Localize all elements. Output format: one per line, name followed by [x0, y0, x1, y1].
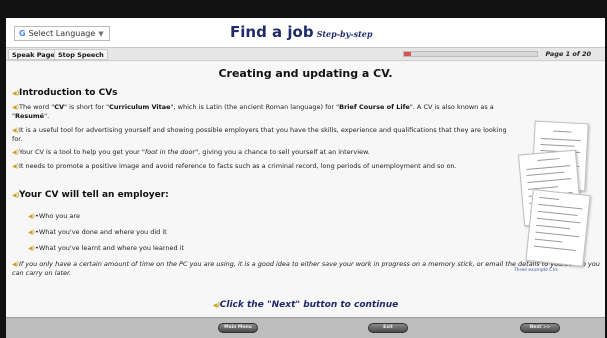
google-logo-icon: G — [19, 29, 26, 38]
list-item-text: •Who you are — [35, 212, 80, 220]
employer-heading: Your CV will tell an employer: — [19, 190, 169, 200]
content-heading: Creating and updating a CV. — [218, 67, 393, 80]
list-item: ◀)•Who you are — [28, 212, 528, 221]
header-bar: G Select Language ▼ Find a job Step-by-step — [6, 18, 605, 48]
stop-speech-button[interactable]: Stop Speech — [54, 49, 108, 60]
exit-button[interactable]: Exit — [368, 323, 408, 333]
progress-fill — [404, 52, 411, 56]
speaker-icon[interactable]: ◀) — [28, 244, 35, 253]
speaker-icon[interactable]: ◀) — [12, 88, 19, 99]
speak-page-button[interactable]: Speak Page — [8, 49, 59, 60]
page-indicator: Page 1 of 20 — [545, 50, 591, 58]
text-italic: foot in the door — [144, 148, 196, 156]
text: The word " — [19, 103, 55, 111]
progress-bar — [403, 51, 538, 57]
next-instruction: ◀)Click the "Next" button to continue — [6, 300, 605, 310]
next-button[interactable]: Next >> — [520, 323, 560, 333]
speaker-icon[interactable]: ◀) — [12, 162, 19, 171]
dropdown-caret-icon: ▼ — [98, 30, 104, 38]
main-menu-button[interactable]: Main Menu — [218, 323, 258, 333]
speaker-icon[interactable]: ◀) — [28, 228, 35, 237]
text: ", which is Latin (the ancient Roman lan… — [170, 103, 340, 111]
footer-bar: Main Menu Exit Next >> — [6, 317, 605, 338]
list-item: ◀)•What you've done and where you did it — [28, 228, 528, 237]
text-bold: CV — [54, 103, 65, 111]
page-title: Find a job Step-by-step — [230, 22, 372, 44]
speaker-icon[interactable]: ◀) — [213, 302, 220, 309]
text: ". — [44, 112, 50, 120]
language-select[interactable]: G Select Language ▼ — [14, 26, 110, 41]
title-subtitle: Step-by-step — [316, 29, 373, 39]
speaker-icon[interactable]: ◀) — [12, 103, 19, 112]
title-main: Find a job — [230, 23, 314, 41]
paragraph-useful-tool: ◀)It is a useful tool for advertising yo… — [12, 126, 512, 144]
list-item-text: •What you've learnt and where you learne… — [35, 244, 185, 252]
speaker-icon[interactable]: ◀) — [12, 190, 19, 201]
main-content: Creating and updating a CV. ◀)Introducti… — [6, 62, 605, 317]
employer-heading-row: ◀)Your CV will tell an employer: — [12, 190, 512, 201]
language-select-label: Select Language — [28, 29, 96, 38]
speaker-icon[interactable]: ◀) — [12, 260, 19, 269]
speaker-icon[interactable]: ◀) — [12, 126, 19, 135]
text: ", giving you a chance to sell yourself … — [195, 148, 370, 156]
text-bold: Brief Course of Life — [339, 103, 410, 111]
text: It is a useful tool for advertising your… — [12, 126, 507, 143]
intro-heading: Introduction to CVs — [19, 88, 118, 98]
toolbar: Speak Page Stop Speech Page 1 of 20 — [6, 48, 605, 61]
text-bold: Resumé — [15, 112, 45, 120]
speaker-icon[interactable]: ◀) — [28, 212, 35, 221]
list-item: ◀)•What you've learnt and where you lear… — [28, 244, 528, 253]
list-item-text: •What you've done and where you did it — [35, 228, 167, 236]
paragraph-positive-image: ◀)It needs to promote a positive image a… — [12, 162, 512, 171]
text: It needs to promote a positive image and… — [19, 162, 457, 170]
next-instruction-text: Click the "Next" button to continue — [219, 300, 399, 310]
speaker-icon[interactable]: ◀) — [12, 148, 19, 157]
example-cv-image — [525, 189, 591, 267]
example-cv-images — [511, 120, 603, 267]
image-caption: Three example CVs — [514, 268, 558, 273]
text-bold: Curriculum Vitae — [109, 103, 171, 111]
text: Your CV is a tool to help you get your " — [19, 148, 145, 156]
intro-heading-row: ◀)Introduction to CVs — [12, 88, 512, 99]
paragraph-foot-in-door: ◀)Your CV is a tool to help you get your… — [12, 148, 512, 157]
text: " is short for " — [64, 103, 110, 111]
paragraph-cv-definition: ◀)The word "CV" is short for "Curriculum… — [12, 103, 512, 121]
app-frame: G Select Language ▼ Find a job Step-by-step… — [6, 18, 605, 338]
